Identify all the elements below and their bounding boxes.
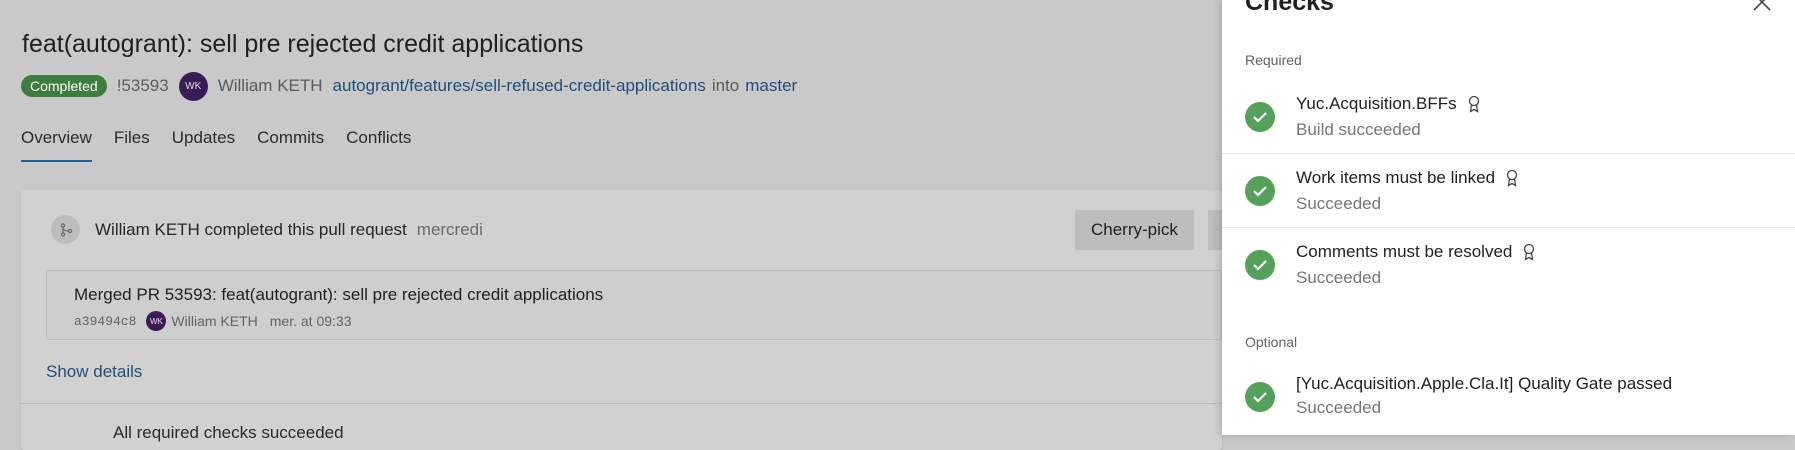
author-name: William KETH [217,76,323,95]
main-area: feat(autogrant): sell pre rejected credi… [0,0,1222,450]
check-name: Work items must be linked [1296,168,1519,188]
check-name-text: Work items must be linked [1296,168,1496,187]
divider [21,403,1222,404]
commit-author: William KETH [171,313,258,329]
source-branch-link[interactable]: autogrant/features/sell-refused-credit-a… [333,76,706,96]
show-details-link[interactable]: Show details [46,362,142,382]
check-name-text: [Yuc.Acquisition.Apple.Cla.It] Quality G… [1296,374,1673,393]
checks-panel: Checks Required Yuc.Acquisition.BFFs Bui… [1222,0,1795,435]
checks-summary-text: All required checks succeeded [113,423,344,442]
page-title: feat(autogrant): sell pre rejected credi… [22,30,584,58]
commit-time: mer. at 09:33 [269,313,352,329]
check-name: [Yuc.Acquisition.Apple.Cla.It] Quality G… [1296,374,1672,394]
check-name-text: Comments must be resolved [1296,242,1513,261]
required-section-label: Required [1245,52,1302,68]
commit-hash[interactable]: a39494c8 [74,314,136,329]
tab-overview[interactable]: Overview [21,128,92,162]
revert-button[interactable] [1208,210,1222,250]
ribbon-icon [1505,169,1519,187]
check-row-optional-1[interactable]: [Yuc.Acquisition.Apple.Cla.It] Quality G… [1222,360,1795,434]
check-icon [1245,102,1275,132]
ribbon-icon [1522,243,1536,261]
target-branch-link[interactable]: master [745,76,797,96]
commit-title: Merged PR 53593: feat(autogrant): sell p… [74,285,604,304]
check-name: Yuc.Acquisition.BFFs [1296,94,1481,114]
merge-commit-box[interactable]: Merged PR 53593: feat(autogrant): sell p… [46,270,1222,340]
check-row-required-3[interactable]: Comments must be resolved Succeeded [1222,228,1795,302]
tab-commits[interactable]: Commits [257,128,324,162]
pr-id: !53593 [116,76,169,95]
cherry-pick-button[interactable]: Cherry-pick [1075,210,1194,250]
check-row-required-1[interactable]: Yuc.Acquisition.BFFs Build succeeded [1222,80,1795,154]
tab-conflicts[interactable]: Conflicts [346,128,411,162]
check-status: Succeeded [1296,268,1382,287]
merge-icon [51,215,80,244]
status-badge: Completed [21,75,107,97]
panel-title: Checks [1245,0,1334,16]
avatar: WK [178,71,208,101]
into-label: into [711,76,740,95]
check-row-required-2[interactable]: Work items must be linked Succeeded [1222,154,1795,228]
check-name-text: Yuc.Acquisition.BFFs [1296,94,1457,113]
ribbon-icon [1467,95,1481,113]
tab-files[interactable]: Files [114,128,150,162]
optional-section-label: Optional [1245,334,1298,350]
commit-meta: a39494c8 WK William KETH mer. at 09:33 [74,311,351,331]
overview-card: William KETH completed this pull request… [21,190,1222,450]
tab-updates[interactable]: Updates [172,128,235,162]
check-status: Build succeeded [1296,120,1421,139]
avatar: WK [146,311,167,331]
pr-meta-row: Completed !53593 WK William KETH autogra… [21,71,797,101]
close-icon[interactable] [1750,0,1774,12]
check-icon [1245,176,1275,206]
check-name: Comments must be resolved [1296,242,1536,262]
check-icon [1245,382,1275,412]
completion-row: William KETH completed this pull request… [51,215,483,244]
check-icon [1245,250,1275,280]
completed-text: William KETH completed this pull request [95,219,407,239]
check-status: Succeeded [1296,398,1382,417]
completed-date: mercredi [416,219,483,239]
check-status: Succeeded [1296,194,1382,213]
tab-bar: Overview Files Updates Commits Conflicts [21,128,433,162]
